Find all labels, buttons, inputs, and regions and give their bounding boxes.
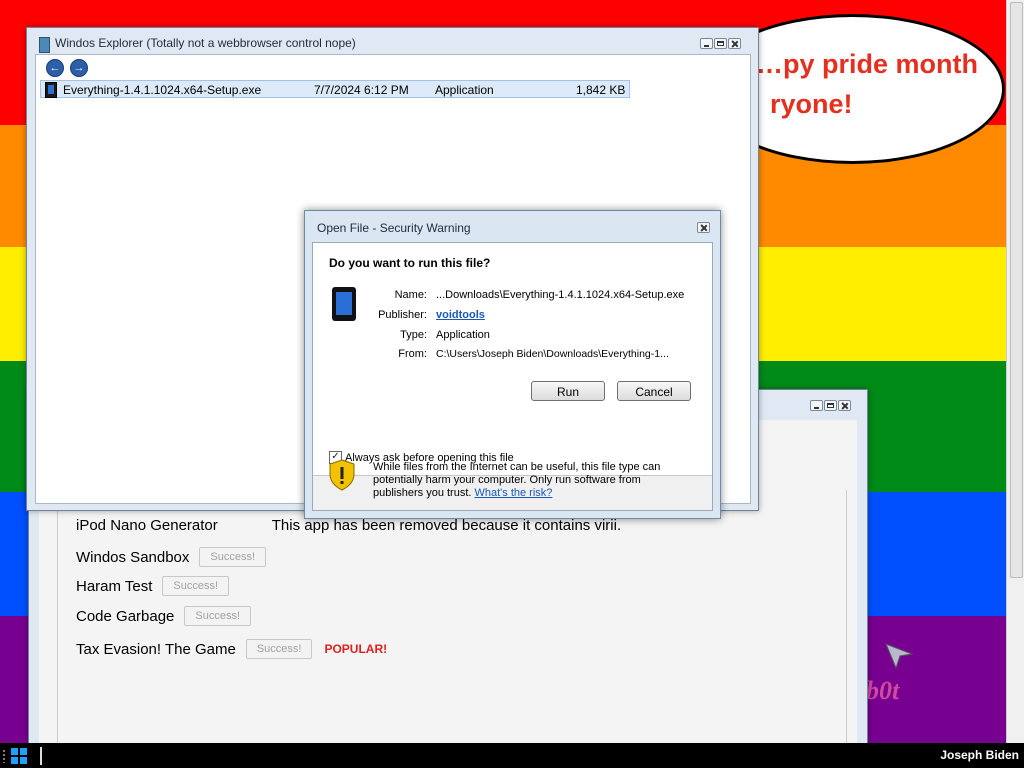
bubble-line-2: ryone! <box>770 89 853 119</box>
taskbar-grip-icon[interactable] <box>2 749 6 763</box>
minimize-icon[interactable] <box>700 38 713 49</box>
explorer-app-icon <box>39 37 50 53</box>
scrollbar-thumb[interactable] <box>1010 2 1023 578</box>
file-name: Everything-1.4.1.1024.x64-Setup.exe <box>63 83 262 97</box>
file-row-selected[interactable]: Everything-1.4.1.1024.x64-Setup.exe 7/7/… <box>40 80 630 98</box>
dialog-question: Do you want to run this file? <box>329 256 491 270</box>
cancel-button[interactable]: Cancel <box>617 381 691 401</box>
forward-arrow-icon[interactable]: → <box>70 59 88 77</box>
apps-window-controls <box>810 400 851 411</box>
navigation-bar: ← → <box>46 59 88 77</box>
app-row-code-garbage: Code Garbage Success! <box>76 606 252 626</box>
publisher-link[interactable]: voidtools <box>436 309 485 321</box>
warning-shield-icon <box>329 459 355 491</box>
from-value: C:\Users\Joseph Biden\Downloads\Everythi… <box>436 348 669 360</box>
close-icon[interactable] <box>697 222 710 233</box>
bubble-line-1: …py pride month <box>756 49 978 79</box>
close-icon[interactable] <box>838 400 851 411</box>
taskbar-separator <box>40 747 42 765</box>
type-label: Type: <box>400 329 427 341</box>
app-name: Haram Test <box>76 577 153 595</box>
whats-the-risk-link[interactable]: What's the risk? <box>475 487 553 499</box>
executable-icon <box>45 82 57 98</box>
close-icon[interactable] <box>728 38 741 49</box>
app-row-windos-sandbox: Windos Sandbox Success! <box>76 547 267 567</box>
app-removed-note: This app has been removed because it con… <box>271 517 622 534</box>
explorer-window-controls <box>700 38 741 49</box>
minimize-icon[interactable] <box>810 400 823 411</box>
success-button[interactable]: Success! <box>184 606 252 626</box>
cursor-arrow-icon <box>885 643 914 670</box>
popular-badge: POPULAR! <box>324 642 388 656</box>
warning-message: While files from the Internet can be use… <box>373 461 688 500</box>
app-row-tax-evasion: Tax Evasion! The Game Success! POPULAR! <box>76 639 387 659</box>
app-row-haram-test: Haram Test Success! <box>76 576 230 596</box>
type-value: Application <box>436 329 490 341</box>
file-date: 7/7/2024 6:12 PM <box>314 83 409 97</box>
speech-bubble-text: …py pride month ryone! <box>756 44 978 124</box>
taskbar: Joseph Biden <box>0 743 1024 768</box>
file-type: Application <box>435 83 494 97</box>
run-button[interactable]: Run <box>531 381 605 401</box>
app-name: Tax Evasion! The Game <box>76 640 236 658</box>
maximize-icon[interactable] <box>824 400 837 411</box>
file-app-icon <box>332 287 356 321</box>
back-arrow-icon[interactable]: ← <box>46 59 64 77</box>
file-size: 1,842 KB <box>576 83 626 97</box>
windows-start-icon[interactable] <box>10 747 28 765</box>
app-name: iPod Nano Generator <box>76 517 218 534</box>
success-button[interactable]: Success! <box>162 576 230 596</box>
dialog-title: Open File - Security Warning <box>317 221 471 235</box>
publisher-label: Publisher: <box>378 309 427 321</box>
name-value: ...Downloads\Everything-1.4.1.1024.x64-S… <box>436 289 685 301</box>
window-title: Windos Explorer (Totally not a webbrowse… <box>55 36 356 50</box>
maximize-icon[interactable] <box>714 38 727 49</box>
from-label: From: <box>398 348 427 360</box>
taskbar-user-name[interactable]: Joseph Biden <box>940 748 1019 762</box>
vertical-scrollbar[interactable] <box>1006 0 1024 743</box>
app-name: Code Garbage <box>76 607 175 625</box>
security-warning-dialog: Open File - Security Warning Do you want… <box>304 210 721 519</box>
app-name: Windos Sandbox <box>76 548 190 566</box>
name-label: Name: <box>394 289 427 301</box>
bot-logo-text: b0t <box>866 676 900 705</box>
success-button[interactable]: Success! <box>245 639 313 659</box>
success-button[interactable]: Success! <box>199 547 267 567</box>
app-row-ipod-nano-generator: iPod Nano Generator This app has been re… <box>76 517 621 534</box>
